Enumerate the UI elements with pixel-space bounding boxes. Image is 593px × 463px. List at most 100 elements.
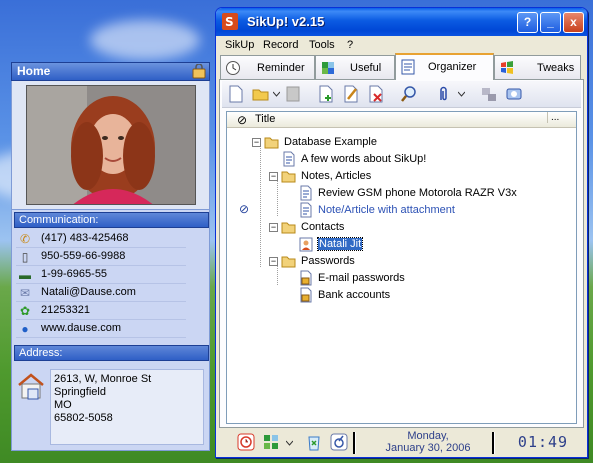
sync-button[interactable]	[505, 85, 525, 105]
communication-row[interactable]: ✆ (417) 483-425468	[16, 230, 186, 248]
node-label: Database Example	[284, 136, 377, 148]
organizer-tree: ⊘ Title ... − Database Example A few wor…	[226, 111, 577, 424]
menu-sikup[interactable]: SikUp	[225, 39, 254, 51]
communication-header: Communication:	[14, 212, 209, 228]
tab-useful[interactable]: Useful	[315, 55, 395, 79]
network-icon	[482, 88, 496, 101]
communication-panel: Communication: ✆ (417) 483-425468 ▯ 950-…	[11, 209, 210, 451]
tab-label: Useful	[350, 62, 382, 74]
network-button[interactable]	[480, 85, 500, 105]
status-bar: Monday, January 30, 2006 01:49	[219, 429, 584, 455]
folder-open-icon	[281, 256, 296, 268]
desktop-cloud	[90, 20, 200, 60]
node-label: Contacts	[301, 221, 345, 233]
communication-row[interactable]: ✿ 21253321	[16, 302, 186, 320]
organizer-panel: ⊘ Title ... − Database Example A few wor…	[219, 79, 584, 428]
node-label: Bank accounts	[318, 289, 391, 301]
title-bar[interactable]: S SikUp! v2.15 ? _ x	[216, 8, 587, 36]
minimize-button[interactable]: _	[540, 12, 561, 33]
folder-open-icon	[264, 137, 279, 149]
title-column-label: Title	[255, 113, 276, 125]
web-value: www.dause.com	[41, 322, 122, 334]
node-label: Passwords	[301, 255, 355, 267]
communication-row[interactable]: ▯ 950-559-66-9988	[16, 248, 186, 266]
email-value: Natali@Dause.com	[41, 286, 136, 298]
sync-icon	[506, 88, 522, 100]
edit-record-button[interactable]	[342, 85, 362, 105]
contact-card-icon	[299, 237, 313, 252]
tree-column-header[interactable]: ⊘ Title ...	[227, 112, 576, 128]
paperclip-icon: ⊘	[239, 202, 250, 216]
tab-label: Organizer	[428, 61, 477, 73]
chevron-down-icon[interactable]	[286, 440, 293, 446]
lock-shield-icon[interactable]	[192, 64, 206, 79]
windows-flag-icon	[501, 61, 513, 74]
menu-tools[interactable]: Tools	[309, 39, 335, 51]
node-label: Natali Jit	[316, 237, 364, 251]
paperclip-icon: ⊘	[237, 113, 248, 127]
icq-value: 21253321	[41, 304, 90, 316]
recycle-bin-icon[interactable]	[304, 432, 324, 452]
new-document-button[interactable]	[227, 85, 247, 105]
communication-row[interactable]: ▬ 1-99-6965-55	[16, 266, 186, 284]
help-button[interactable]: ?	[517, 12, 538, 33]
puzzle-icon[interactable]	[261, 432, 281, 452]
document-icon	[300, 202, 312, 218]
web-globe-icon: ●	[21, 322, 29, 336]
column-more-button[interactable]: ...	[547, 112, 559, 123]
save-disk-icon	[286, 86, 300, 102]
menu-help[interactable]: ?	[347, 39, 353, 51]
app-logo-icon: S	[222, 13, 238, 30]
address-line: Springfield	[54, 386, 106, 398]
clock-icon	[226, 61, 240, 75]
folder-open-icon	[281, 171, 296, 183]
fax-value: 1-99-6965-55	[41, 268, 108, 280]
menu-record[interactable]: Record	[263, 39, 298, 51]
add-record-button[interactable]	[317, 85, 337, 105]
chevron-down-icon[interactable]	[273, 91, 280, 97]
communication-row[interactable]: ● www.dause.com	[16, 320, 186, 338]
new-document-icon	[229, 85, 243, 103]
contact-photo	[26, 85, 196, 205]
phone-icon: ✆	[19, 232, 31, 246]
collapse-toggle[interactable]: −	[269, 172, 278, 181]
chevron-down-icon[interactable]	[458, 91, 465, 97]
date-weekday: Monday,	[407, 430, 449, 442]
communication-row[interactable]: ✉ Natali@Dause.com	[16, 284, 186, 302]
contact-card-title: Home	[17, 64, 51, 78]
tab-organizer[interactable]: Organizer	[395, 53, 494, 80]
locked-document-icon	[300, 270, 312, 286]
fax-icon: ▬	[19, 268, 31, 282]
collapse-toggle[interactable]: −	[269, 257, 278, 266]
search-button[interactable]	[400, 85, 420, 105]
node-label: A few words about SikUp!	[301, 153, 427, 165]
save-button[interactable]	[284, 85, 304, 105]
delete-record-button[interactable]	[367, 85, 387, 105]
icq-icon: ✿	[19, 304, 31, 318]
open-folder-button[interactable]	[252, 85, 272, 105]
delete-icon	[369, 85, 383, 103]
folder-open-icon	[281, 222, 296, 234]
address-header: Address:	[14, 345, 209, 361]
tab-tweaks[interactable]: Tweaks	[494, 55, 581, 79]
tab-label: Reminder	[257, 62, 305, 74]
address-line: MO	[54, 399, 72, 411]
open-folder-icon	[252, 89, 269, 101]
notebook-icon	[401, 59, 415, 75]
contact-card: Home Communication: ✆ (417) 483-425468 ▯…	[11, 62, 210, 451]
puzzle-icon	[322, 62, 334, 74]
tab-reminder[interactable]: Reminder	[220, 55, 315, 79]
alarm-clock-icon[interactable]	[236, 432, 256, 452]
sikup-window: S SikUp! v2.15 ? _ x SikUp Record Tools …	[215, 7, 588, 458]
address-line: 65802-5058	[54, 412, 113, 424]
settings-wrench-icon[interactable]	[329, 432, 349, 452]
node-label: Review GSM phone Motorola RAZR V3x	[318, 187, 517, 199]
clock-time: 01:49	[517, 433, 569, 451]
attachment-button[interactable]	[434, 85, 454, 105]
node-label: E-mail passwords	[318, 272, 405, 284]
tab-label: Tweaks	[537, 62, 575, 74]
collapse-toggle[interactable]: −	[252, 138, 261, 147]
document-icon	[283, 151, 295, 167]
collapse-toggle[interactable]: −	[269, 223, 278, 232]
close-button[interactable]: x	[563, 12, 584, 33]
